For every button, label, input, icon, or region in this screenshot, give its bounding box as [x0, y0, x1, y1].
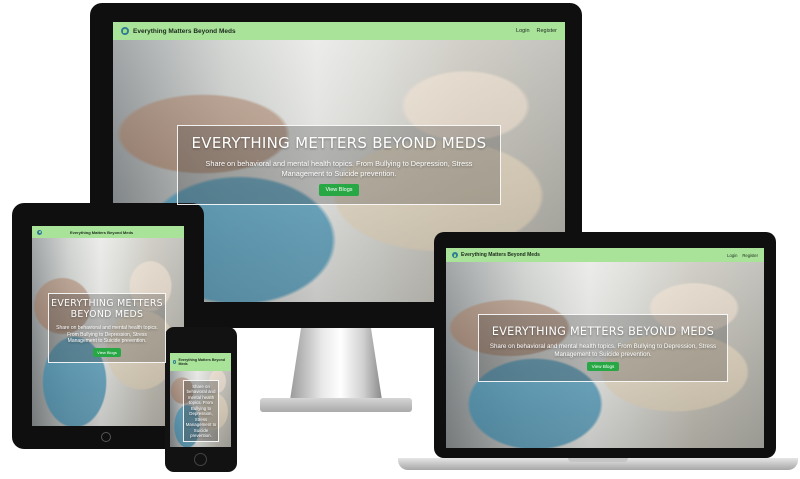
hero-box: Share on behavioral and mental health to… [183, 380, 219, 442]
hero-box: EVERYTHING METTERS BEYOND MEDS Share on … [177, 125, 501, 205]
tablet-home-button [101, 432, 111, 442]
navbar: Everything Matters Beyond Meds [170, 353, 231, 371]
brand-name: Everything Matters Beyond Meds [133, 27, 236, 35]
hero-description: Share on behavioral and mental health to… [205, 159, 473, 178]
brand-link[interactable]: Everything Matters Beyond Meds [121, 27, 236, 35]
view-blogs-button[interactable]: View Blogs [319, 183, 359, 196]
brain-leaf-icon [173, 360, 177, 364]
navbar: Everything Matters Beyond Meds Login Reg… [446, 248, 764, 262]
monitor-stand [290, 328, 382, 400]
laptop-screen: Everything Matters Beyond Meds Login Reg… [446, 248, 764, 448]
monitor-stand-base [260, 398, 412, 412]
hero-title: EVERYTHING METTERS BEYOND MEDS [51, 297, 163, 320]
login-link[interactable]: Login [727, 253, 737, 258]
nav-links: Login Register [727, 253, 758, 258]
brand-link[interactable]: Everything Matters Beyond Meds [173, 358, 228, 366]
hero-title: EVERYTHING METTERS BEYOND MEDS [191, 134, 487, 153]
hero-box: EVERYTHING METTERS BEYOND MEDS Share on … [478, 314, 728, 382]
login-link[interactable]: Login [516, 28, 529, 34]
laptop-notch [568, 458, 628, 462]
register-link[interactable]: Register [537, 28, 557, 34]
hero-box: EVERYTHING METTERS BEYOND MEDS Share on … [48, 293, 166, 363]
brand-link[interactable]: Everything Matters Beyond Meds [37, 229, 134, 235]
register-link[interactable]: Register [742, 253, 758, 258]
hero-description: Share on behavioral and mental health to… [489, 342, 717, 358]
brain-leaf-icon [37, 229, 42, 235]
brain-leaf-icon [121, 27, 129, 35]
phone-screen: Everything Matters Beyond Meds Share on … [170, 353, 231, 447]
navbar: Everything Matters Beyond Meds Login Reg… [113, 22, 565, 40]
tablet-screen: Everything Matters Beyond Meds Login Reg… [32, 226, 184, 426]
nav-links: Login Register [516, 28, 557, 34]
hero-title: EVERYTHING METTERS BEYOND MEDS [491, 324, 715, 338]
brand-name: Everything Matters Beyond Meds [178, 358, 226, 366]
brand-name: Everything Matters Beyond Meds [70, 229, 134, 235]
navbar: Everything Matters Beyond Meds Login Reg… [32, 226, 184, 238]
brand-name: Everything Matters Beyond Meds [461, 252, 540, 258]
brand-link[interactable]: Everything Matters Beyond Meds [452, 252, 540, 258]
phone-home-button [194, 453, 207, 466]
brain-leaf-icon [452, 252, 458, 258]
hero-description: Share on behavioral and mental health to… [185, 383, 217, 439]
hero-description: Share on behavioral and mental health to… [56, 325, 158, 344]
view-blogs-button[interactable]: View Blogs [586, 362, 620, 372]
view-blogs-button[interactable]: View Blogs [93, 348, 121, 358]
